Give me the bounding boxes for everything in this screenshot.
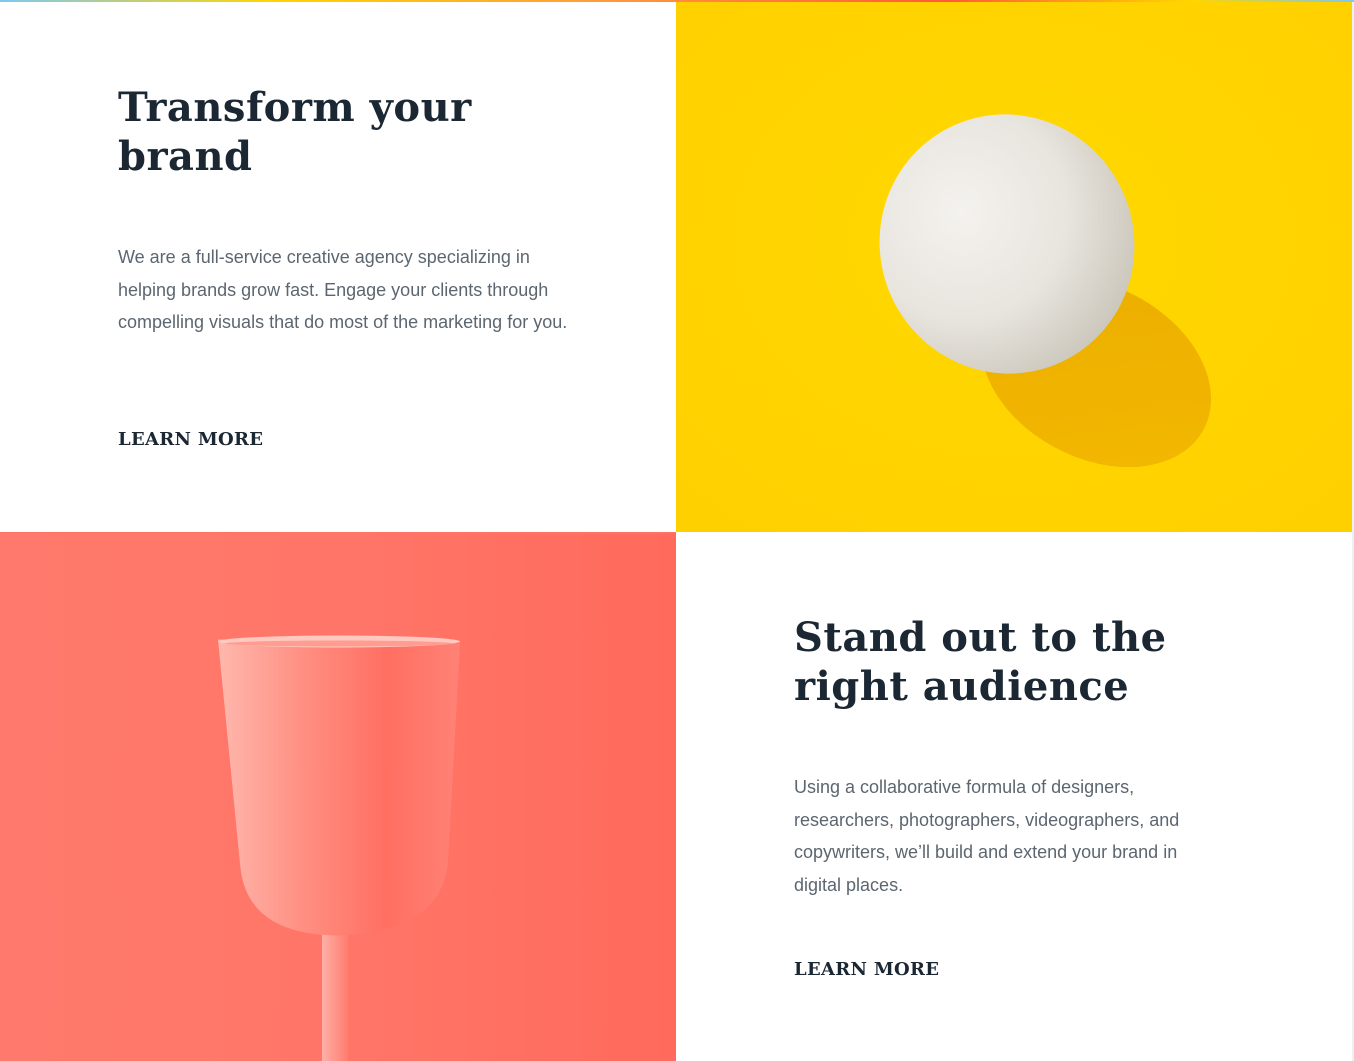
transform-section: Transform your brand We are a full-servi…	[0, 0, 676, 532]
egg-image-panel	[676, 0, 1352, 532]
cup-photo-icon	[0, 533, 676, 1061]
stand-out-section: Stand out to the right audience Using a …	[676, 532, 1352, 1061]
egg-photo-icon	[676, 0, 1352, 532]
page: Transform your brand We are a full-servi…	[0, 0, 1354, 1061]
transform-title: Transform your brand	[118, 83, 578, 181]
stand-out-learn-more-underline	[786, 981, 948, 989]
stand-out-title-line1: Stand out to the	[794, 614, 1167, 661]
stand-out-title-line2: right audience	[794, 663, 1130, 710]
transform-learn-more-underline	[110, 451, 272, 459]
transform-title-line1: Transform your	[118, 84, 472, 131]
top-color-strip	[0, 0, 1354, 2]
stand-out-learn-more-link[interactable]: LEARN MORE	[786, 959, 948, 989]
transform-description: We are a full-service creative agency sp…	[118, 247, 568, 332]
cup-image-panel	[0, 532, 676, 1061]
transform-title-line2: brand	[118, 133, 253, 180]
stand-out-title: Stand out to the right audience	[794, 613, 1254, 711]
transform-learn-more-label: LEARN MORE	[118, 429, 264, 450]
stand-out-description: Using a collaborative formula of designe…	[794, 777, 1180, 895]
transform-learn-more-link[interactable]: LEARN MORE	[110, 429, 272, 459]
stand-out-learn-more-label: LEARN MORE	[794, 959, 940, 980]
